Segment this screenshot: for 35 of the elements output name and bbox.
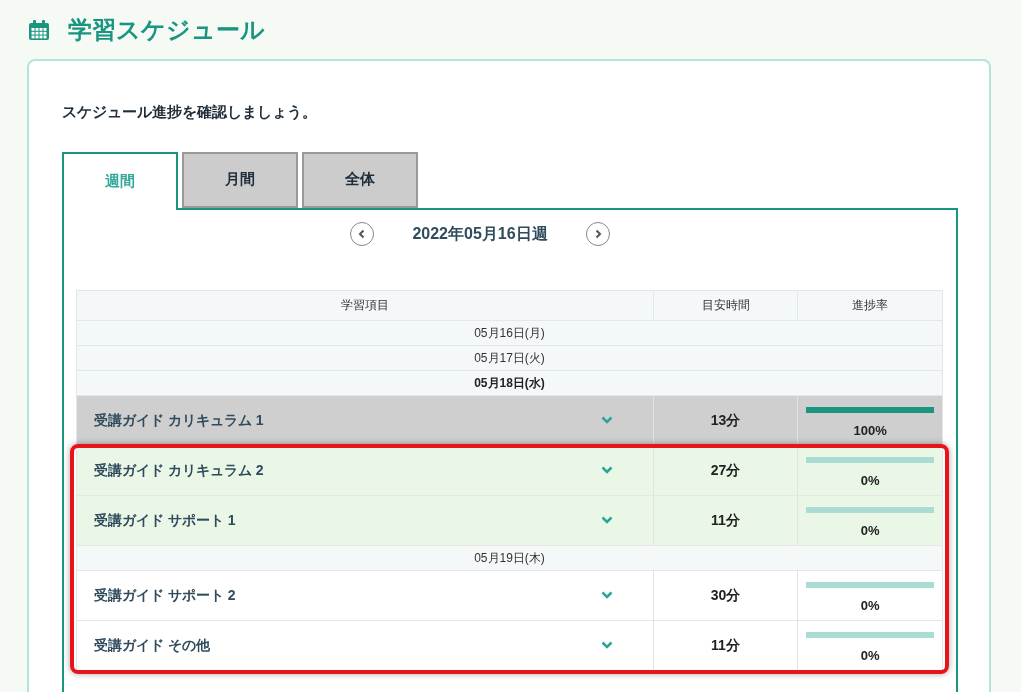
time-value: 30分 [710,585,741,605]
tab[interactable]: 全体 [302,151,418,208]
progress-percent: 0% [860,471,880,490]
chevron-down-icon[interactable] [600,516,613,524]
calendar-icon [28,19,50,41]
progress-percent: 0% [860,646,880,665]
date-label: 05月19日(木) [474,549,545,567]
date-label: 05月16日(月) [474,324,545,342]
time-value: 13分 [710,410,741,430]
chevron-down-icon[interactable] [600,466,613,474]
progress-percent: 0% [860,521,880,540]
chevron-down-icon[interactable] [600,416,613,424]
progress-percent: 100% [853,421,887,440]
chevron-down-icon[interactable] [600,591,613,599]
column-header: 進捗率 [851,297,890,314]
column-header: 学習項目 [77,290,654,320]
week-label: 2022年05月16日週 [412,223,548,244]
time-value: 11分 [711,510,740,530]
chevron-down-icon[interactable] [600,641,613,649]
time-value: 27分 [710,460,741,480]
next-week-button[interactable] [585,221,610,246]
item-name: 受講ガイド サポート 2 [94,585,237,605]
tab[interactable]: 月間 [182,151,298,208]
date-label: 05月17日(火) [474,349,545,367]
progress-percent: 0% [860,596,880,615]
item-name: 受講ガイド その他 [94,635,211,655]
intro-text: スケジュール進捗を確認しましょう。 [62,102,318,122]
item-name: 受講ガイド カリキュラム 1 [94,410,265,430]
time-value: 11分 [711,635,740,655]
page-title: 学習スケジュール [68,15,265,45]
previous-week-button[interactable] [350,221,375,246]
item-name: 受講ガイド サポート 1 [94,510,237,530]
date-label: 05月18日(水) [474,374,545,392]
item-name: 受講ガイド カリキュラム 2 [94,460,265,480]
column-header: 目安時間 [653,290,799,320]
